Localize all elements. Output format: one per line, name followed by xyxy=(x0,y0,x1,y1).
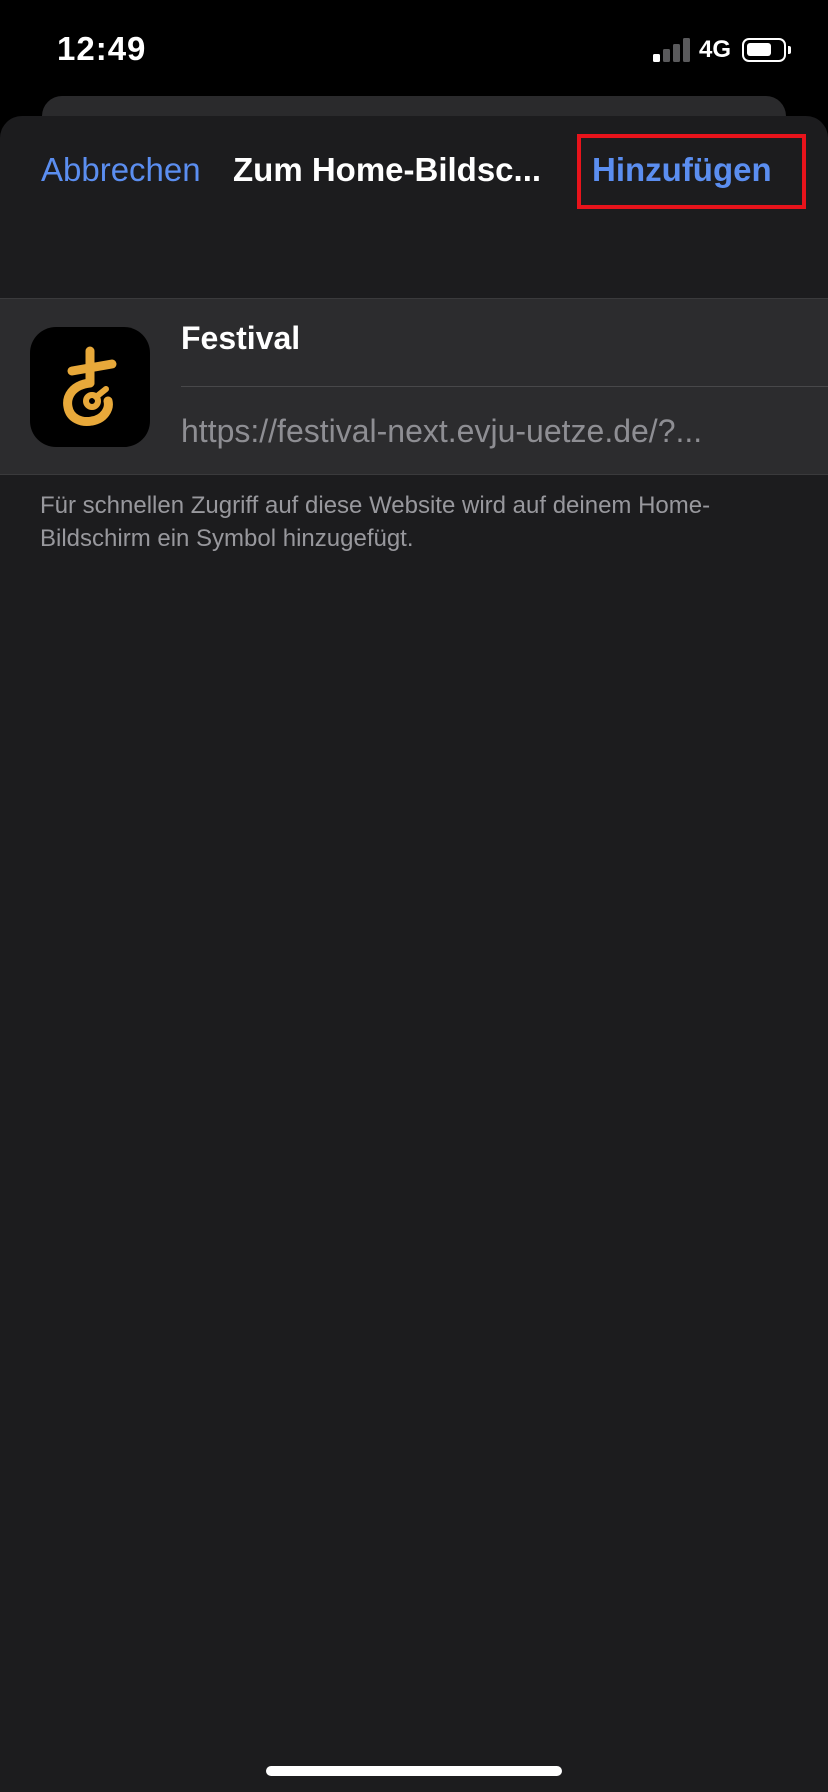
cellular-signal-icon xyxy=(653,38,691,62)
bookmark-url-field: https://festival-next.evju-uetze.de/?... xyxy=(181,413,703,449)
add-button[interactable]: Hinzufügen xyxy=(592,151,772,189)
bookmark-name-field[interactable]: Festival xyxy=(181,320,781,357)
status-bar: 12:49 4G xyxy=(0,0,828,96)
home-indicator[interactable] xyxy=(266,1766,562,1776)
battery-level-fill xyxy=(747,43,771,56)
network-type-label: 4G xyxy=(699,36,732,63)
festival-app-icon xyxy=(30,327,150,447)
cancel-button[interactable]: Abbrechen xyxy=(41,151,201,189)
battery-icon xyxy=(742,38,791,62)
row-divider xyxy=(181,386,828,387)
status-time: 12:49 xyxy=(57,30,147,67)
sheet-title: Zum Home-Bildsc... xyxy=(233,151,542,188)
info-hint-text: Für schnellen Zugriff auf diese Website … xyxy=(40,492,711,552)
